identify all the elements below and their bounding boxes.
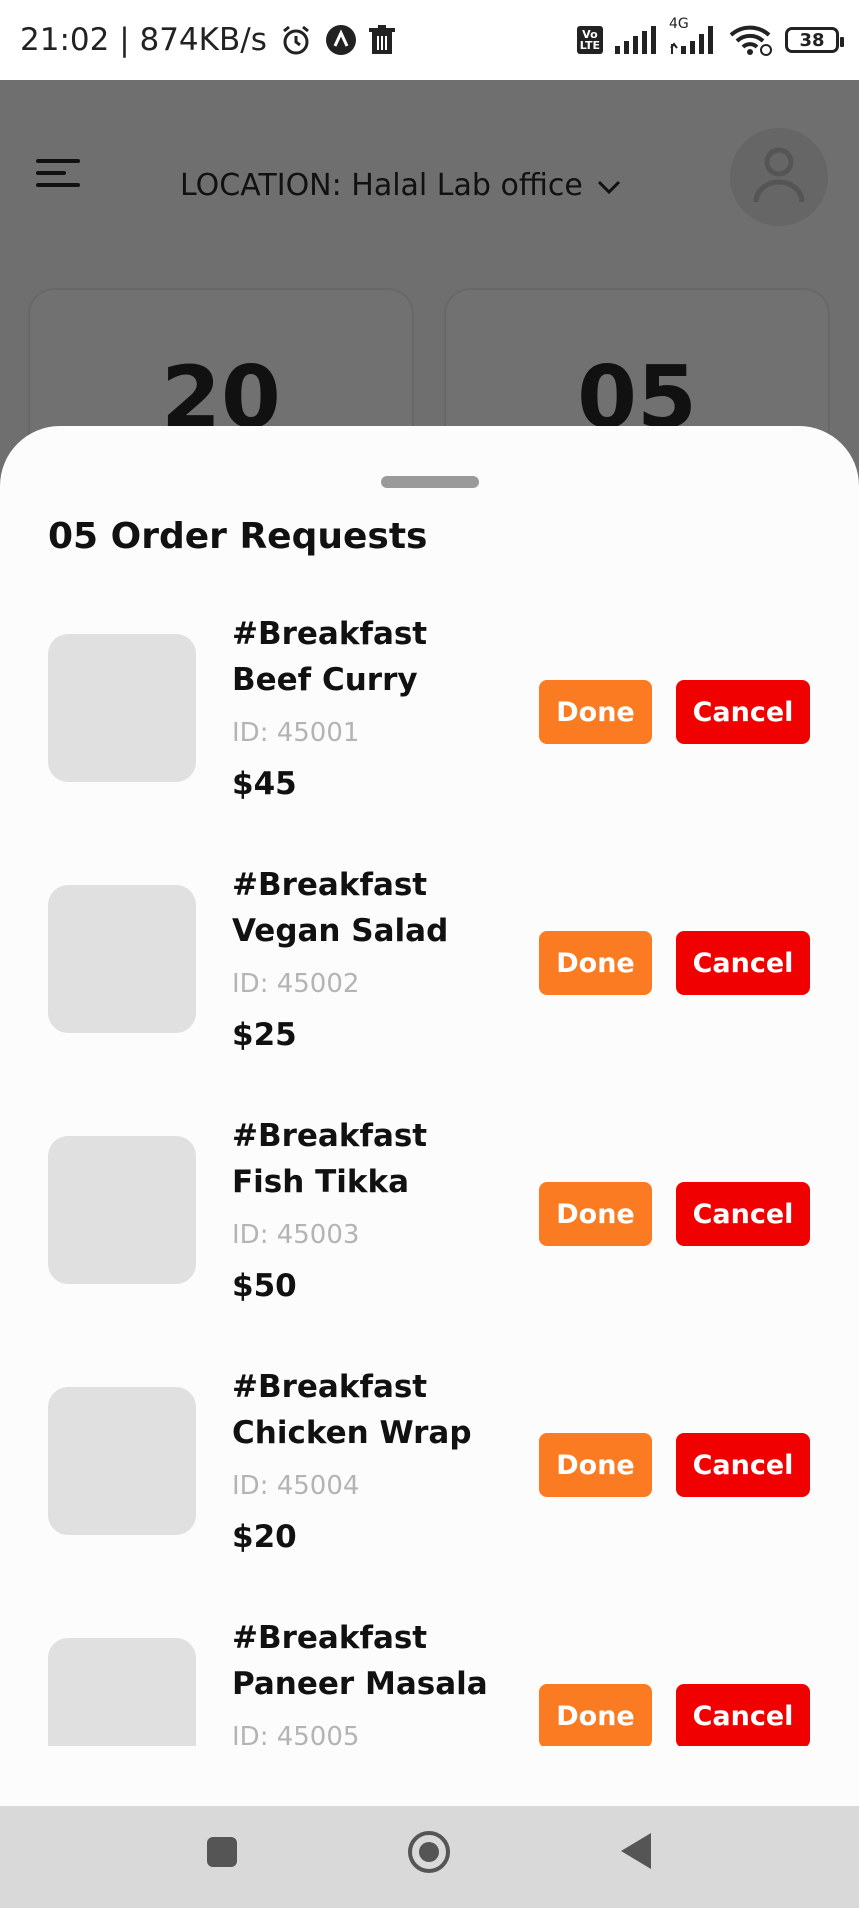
order-category: #Breakfast: [232, 1620, 428, 1656]
order-id: ID: 45001: [232, 718, 360, 748]
signal-4g-icon: 4G: [669, 16, 717, 54]
order-item: #Breakfast Fish Tikka ID: 45003 $50 Done…: [0, 1118, 859, 1358]
sheet-title: 05 Order Requests: [48, 516, 428, 557]
signal-icon: [615, 26, 657, 54]
cancel-button[interactable]: Cancel: [676, 1182, 810, 1246]
order-thumbnail: [48, 1638, 196, 1746]
order-id: ID: 45002: [232, 969, 360, 999]
order-item: #Breakfast Beef Curry ID: 45001 $45 Done…: [0, 616, 859, 856]
cancel-button[interactable]: Cancel: [676, 1433, 810, 1497]
time-speed: 21:02 | 874KB/s: [20, 22, 267, 58]
order-id: ID: 45003: [232, 1220, 360, 1250]
order-id: ID: 45004: [232, 1471, 360, 1501]
order-requests-sheet: 05 Order Requests #Breakfast Beef Curry …: [0, 426, 859, 1806]
order-thumbnail: [48, 1387, 196, 1535]
done-button[interactable]: Done: [539, 1182, 652, 1246]
alarm-icon: [279, 23, 313, 57]
location-selector[interactable]: LOCATION: Halal Lab office: [180, 155, 621, 215]
nav-back-icon[interactable]: [620, 1832, 652, 1870]
done-button[interactable]: Done: [539, 931, 652, 995]
battery-indicator: 38: [785, 27, 844, 53]
order-category: #Breakfast: [232, 1369, 428, 1405]
system-nav-bar: [0, 1806, 859, 1908]
order-price: $25: [232, 1017, 297, 1053]
order-name: Vegan Salad: [232, 913, 449, 949]
order-name: Fish Tikka: [232, 1164, 410, 1200]
order-category: #Breakfast: [232, 1118, 428, 1154]
cancel-button[interactable]: Cancel: [676, 931, 810, 995]
status-left: 21:02 | 874KB/s: [20, 22, 395, 58]
cancel-button[interactable]: Cancel: [676, 680, 810, 744]
sheet-drag-handle[interactable]: [381, 476, 479, 488]
order-name: Paneer Masala: [232, 1666, 488, 1702]
order-thumbnail: [48, 1136, 196, 1284]
location-label: LOCATION: Halal Lab office: [180, 167, 583, 203]
order-price: $20: [232, 1519, 297, 1555]
cancel-button[interactable]: Cancel: [676, 1684, 810, 1746]
order-item: #Breakfast Vegan Salad ID: 45002 $25 Don…: [0, 867, 859, 1107]
order-name: Beef Curry: [232, 662, 418, 698]
status-bar: 21:02 | 874KB/s Vo LTE 4G 38: [0, 0, 859, 80]
avatar[interactable]: [730, 128, 828, 226]
status-right: Vo LTE 4G 38: [576, 16, 844, 56]
order-id: ID: 45005: [232, 1722, 360, 1746]
order-price: $50: [232, 1268, 297, 1304]
order-name: Chicken Wrap: [232, 1415, 472, 1451]
user-icon: [752, 146, 806, 208]
order-category: #Breakfast: [232, 867, 428, 903]
done-button[interactable]: Done: [539, 1433, 652, 1497]
app-icon: [325, 24, 357, 56]
wifi-icon: [729, 24, 773, 56]
volte-badge: Vo LTE: [576, 26, 603, 54]
order-list: #Breakfast Beef Curry ID: 45001 $45 Done…: [0, 616, 859, 1746]
order-price: $45: [232, 766, 297, 802]
chevron-down-icon: [597, 168, 621, 203]
order-thumbnail: [48, 885, 196, 1033]
nav-recents-icon[interactable]: [206, 1836, 238, 1868]
done-button[interactable]: Done: [539, 1684, 652, 1746]
order-item: #Breakfast Chicken Wrap ID: 45004 $20 Do…: [0, 1369, 859, 1609]
order-category: #Breakfast: [232, 616, 428, 652]
order-thumbnail: [48, 634, 196, 782]
app-header: LOCATION: Halal Lab office: [0, 80, 859, 270]
network-label: 4G: [669, 16, 689, 32]
menu-icon[interactable]: [36, 155, 84, 195]
nav-home-icon[interactable]: [407, 1830, 451, 1874]
order-item: #Breakfast Paneer Masala ID: 45005 Done …: [0, 1620, 859, 1746]
trash-icon: [368, 25, 395, 55]
done-button[interactable]: Done: [539, 680, 652, 744]
